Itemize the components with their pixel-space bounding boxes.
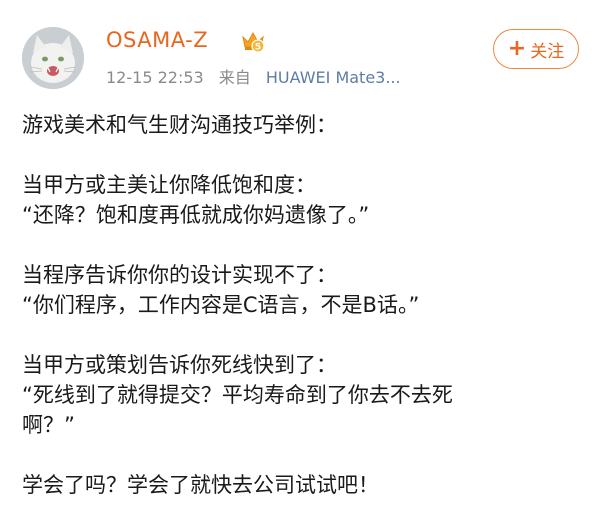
case1-setup: 当甲方或主美让你降低饱和度： — [22, 173, 316, 197]
follow-button[interactable]: + 关注 — [493, 29, 579, 69]
post-title: 游戏美术和气生财沟通技巧举例： — [22, 113, 337, 137]
case2-setup: 当程序告诉你你的设计实现不了： — [22, 263, 337, 287]
case3-reply-line2: 啊？” — [22, 413, 75, 437]
avatar[interactable] — [22, 27, 84, 89]
cat-avatar-icon — [22, 27, 84, 89]
post-content: 游戏美术和气生财沟通技巧举例： 当甲方或主美让你降低饱和度： “还降？饱和度再低… — [22, 110, 582, 500]
follow-label: 关注 — [530, 41, 565, 62]
username[interactable]: OSAMA-Z — [106, 28, 208, 52]
crown-badge-icon: 5 — [240, 28, 266, 54]
source-label: 来自 — [218, 68, 251, 87]
case2-reply: “你们程序，工作内容是C语言，不是B话。” — [22, 293, 420, 317]
case1-reply: “还降？饱和度再低就成你妈遗像了。” — [22, 203, 370, 227]
post-time: 12-15 22:53 — [106, 68, 204, 87]
post-meta: 12-15 22:53 来自 HUAWEI Mate3... — [106, 64, 401, 88]
post-header: OSAMA-Z 5 12-15 22:53 来自 HUAWEI Mate3...… — [0, 0, 600, 100]
case3-reply-line1: “死线到了就得提交？平均寿命到了你去不去死 — [22, 383, 453, 407]
svg-text:5: 5 — [255, 43, 261, 53]
case3-setup: 当甲方或策划告诉你死线快到了： — [22, 353, 337, 377]
plus-icon: + — [507, 36, 527, 61]
source-device[interactable]: HUAWEI Mate3... — [266, 68, 401, 87]
closing-line: 学会了吗？学会了就快去公司试试吧！ — [22, 473, 379, 497]
